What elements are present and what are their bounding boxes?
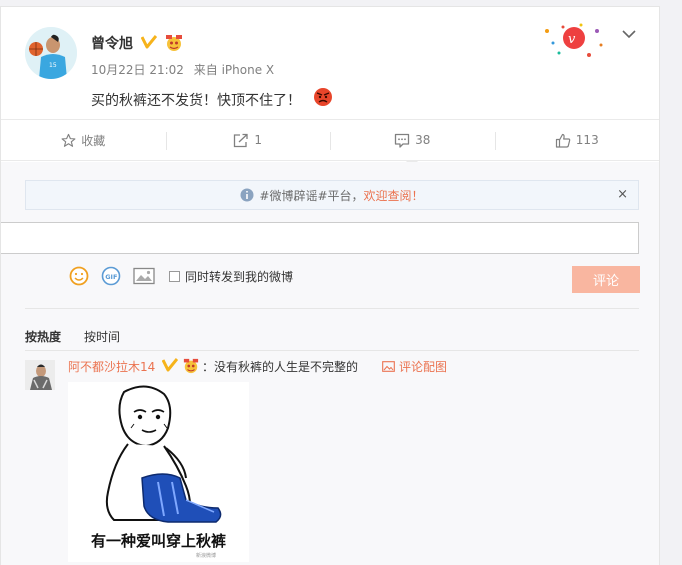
post-meta: 10月22日 21:02 来自 iPhone X <box>91 61 280 78</box>
comment-picture-link[interactable]: 评论配图 <box>382 358 447 375</box>
like-button[interactable]: 113 <box>494 120 660 160</box>
weibo-card: 15 曾令旭 10月22日 21:02 来自 iPhone X 买的秋裤还不发货… <box>0 6 660 565</box>
svg-text:15: 15 <box>49 62 57 69</box>
star-icon <box>61 133 76 147</box>
comment-toolbar: GIF 同时转发到我的微博 <box>69 266 293 286</box>
svg-text:GIF: GIF <box>105 273 117 281</box>
comment-input[interactable] <box>1 222 639 254</box>
image-icon[interactable] <box>133 267 155 285</box>
notice-link[interactable]: 欢迎查阅！ <box>364 187 424 204</box>
comment-picture-label: 评论配图 <box>399 360 448 374</box>
tab-sort-time[interactable]: 按时间 <box>84 328 120 345</box>
notice-text: #微博辟谣#平台， <box>259 188 364 203</box>
gif-icon[interactable]: GIF <box>101 266 121 286</box>
vip-icon[interactable] <box>164 34 184 55</box>
like-icon <box>555 133 571 148</box>
comment-username[interactable]: 阿不都沙拉木14 <box>68 358 155 375</box>
emoji-icon[interactable] <box>69 266 89 286</box>
post-date[interactable]: 10月22日 21:02 <box>91 63 184 77</box>
user-avatar[interactable]: 15 <box>25 27 77 79</box>
chevron-down-icon[interactable] <box>622 27 636 43</box>
repost-count: 1 <box>254 133 263 147</box>
post-source: 来自 iPhone X <box>193 63 275 77</box>
action-bar: 收藏 1 38 113 <box>1 119 660 167</box>
favorite-label: 收藏 <box>81 133 106 148</box>
verified-icon <box>140 35 158 52</box>
tab-sort-hot[interactable]: 按热度 <box>25 328 61 345</box>
angry-face-icon <box>313 87 333 110</box>
image-watermark: 新浪微博 <box>196 553 217 559</box>
rumor-notice-banner: #微博辟谣#平台， 欢迎查阅！ × <box>25 180 639 210</box>
info-icon <box>240 188 254 202</box>
comment-section: #微博辟谣#平台， 欢迎查阅！ × GIF 同时转发到我的微博 评论 按热度 按… <box>1 162 659 565</box>
comment-icon <box>394 133 410 148</box>
submit-comment-button[interactable]: 评论 <box>572 266 640 293</box>
svg-text:v: v <box>568 32 576 47</box>
repost-checkbox[interactable]: 同时转发到我的微博 <box>169 268 293 285</box>
comment-text: ：没有秋裤的人生是不完整的 <box>202 360 359 374</box>
share-icon <box>234 133 249 147</box>
favorite-button[interactable]: 收藏 <box>1 120 166 160</box>
sort-tabs: 按热度 按时间 <box>25 328 143 345</box>
verified-icon <box>161 358 179 375</box>
divider <box>25 308 639 309</box>
decoration-sticker-icon: v <box>541 21 607 64</box>
like-count: 113 <box>575 133 599 147</box>
comment-user-avatar[interactable] <box>25 360 55 390</box>
vip-icon[interactable] <box>181 358 201 377</box>
repost-checkbox-label: 同时转发到我的微博 <box>185 269 294 284</box>
repost-button[interactable]: 1 <box>165 120 331 160</box>
post-text: 买的秋裤还不发货！快顶不住了！ <box>91 93 301 109</box>
close-icon[interactable]: × <box>617 187 628 202</box>
comment-count: 38 <box>415 133 431 147</box>
meme-caption: 有一种爱叫穿上秋裤 <box>90 532 226 550</box>
comment-image[interactable]: 有一种爱叫穿上秋裤 新浪微博 <box>68 382 249 562</box>
checkbox-box[interactable] <box>169 270 180 282</box>
post-username[interactable]: 曾令旭 <box>91 33 133 53</box>
picture-icon <box>382 361 395 372</box>
divider <box>25 350 639 351</box>
comment-button[interactable]: 38 <box>330 120 495 167</box>
